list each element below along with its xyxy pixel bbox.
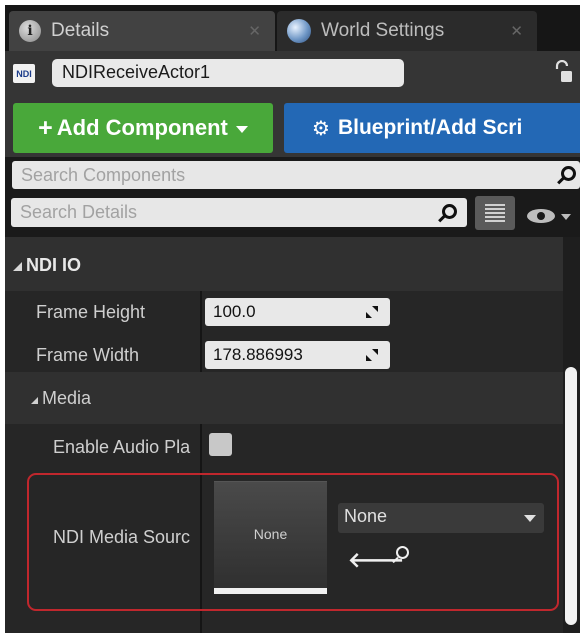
category-ndi-io[interactable]: NDI IO xyxy=(5,237,563,291)
actor-name-field[interactable]: NDIReceiveActor1 xyxy=(52,59,404,87)
scrollbar-thumb[interactable] xyxy=(565,367,577,625)
asset-thumbnail[interactable]: None xyxy=(214,481,327,594)
gears-icon: ⚙ xyxy=(312,117,330,140)
blueprint-add-script-label: Blueprint/Add Scri xyxy=(337,116,523,139)
category-ndi-io-label: NDI IO xyxy=(13,255,81,276)
chevron-down-icon[interactable] xyxy=(561,214,571,220)
tab-details[interactable]: i Details ✕ xyxy=(9,11,275,51)
media-source-selected: None xyxy=(344,506,388,526)
frame-width-field[interactable]: 178.886993 xyxy=(205,341,390,369)
search-icon[interactable] xyxy=(438,204,457,223)
enable-audio-checkbox[interactable] xyxy=(209,433,232,456)
plus-icon: + xyxy=(38,113,53,142)
frame-width-label: Frame Width xyxy=(36,345,140,365)
frame-height-field[interactable]: 100.0 xyxy=(205,298,390,326)
search-details-input[interactable]: Search Details xyxy=(11,198,467,227)
tab-bar: i Details ✕ World Settings ✕ xyxy=(5,5,580,51)
blueprint-add-script-button[interactable]: ⚙ Blueprint/Add Scri xyxy=(284,103,580,153)
resize-arrows-icon[interactable] xyxy=(366,349,378,361)
eye-icon[interactable] xyxy=(527,209,555,223)
expand-triangle-icon xyxy=(13,262,22,271)
frame-height-label: Frame Height xyxy=(36,302,146,322)
search-components-placeholder: Search Components xyxy=(21,165,186,185)
globe-icon xyxy=(287,19,311,43)
ndi-media-source-label: NDI Media Sourc xyxy=(53,527,191,547)
tab-world-settings[interactable]: World Settings ✕ xyxy=(277,11,537,51)
property-list: NDI IO Frame Height 100.0 Frame Width 17… xyxy=(5,237,563,633)
actor-row: NDI NDIReceiveActor1 xyxy=(5,51,580,93)
add-component-button[interactable]: + Add Component xyxy=(13,103,273,153)
details-panel: i Details ✕ World Settings ✕ NDI NDIRece… xyxy=(5,5,580,633)
thumbnail-bar xyxy=(214,588,327,594)
category-label-text: NDI IO xyxy=(26,255,82,275)
grid-icon xyxy=(485,204,505,222)
chevron-down-icon xyxy=(524,515,536,522)
info-icon: i xyxy=(19,20,41,42)
enable-audio-label: Enable Audio Pla xyxy=(53,437,191,457)
search-details-placeholder: Search Details xyxy=(20,202,138,222)
tab-world-settings-label: World Settings xyxy=(321,20,445,41)
action-button-row: + Add Component ⚙ Blueprint/Add Scri xyxy=(5,93,580,157)
frame-width-value: 178.886993 xyxy=(213,345,303,364)
frame-height-value: 100.0 xyxy=(213,302,256,321)
property-matrix-button[interactable] xyxy=(475,196,515,230)
media-label-text: Media xyxy=(42,388,92,408)
resize-arrows-icon[interactable] xyxy=(366,306,378,318)
search-icon[interactable] xyxy=(557,166,576,185)
search-components-input[interactable]: Search Components xyxy=(12,161,580,189)
close-icon[interactable]: ✕ xyxy=(248,22,261,40)
thumbnail-label: None xyxy=(253,526,288,542)
lock-icon[interactable] xyxy=(553,60,573,84)
expand-triangle-icon xyxy=(31,397,38,404)
media-source-dropdown[interactable]: None xyxy=(338,503,544,533)
browse-search-icon[interactable] xyxy=(392,546,410,564)
category-media[interactable]: Media xyxy=(5,372,563,424)
add-component-label: Add Component xyxy=(56,115,228,140)
ndi-logo-icon: NDI xyxy=(13,64,35,83)
chevron-down-icon xyxy=(235,126,248,133)
category-media-label: Media xyxy=(31,388,91,409)
close-icon[interactable]: ✕ xyxy=(510,22,523,40)
tab-details-label: Details xyxy=(51,20,110,41)
